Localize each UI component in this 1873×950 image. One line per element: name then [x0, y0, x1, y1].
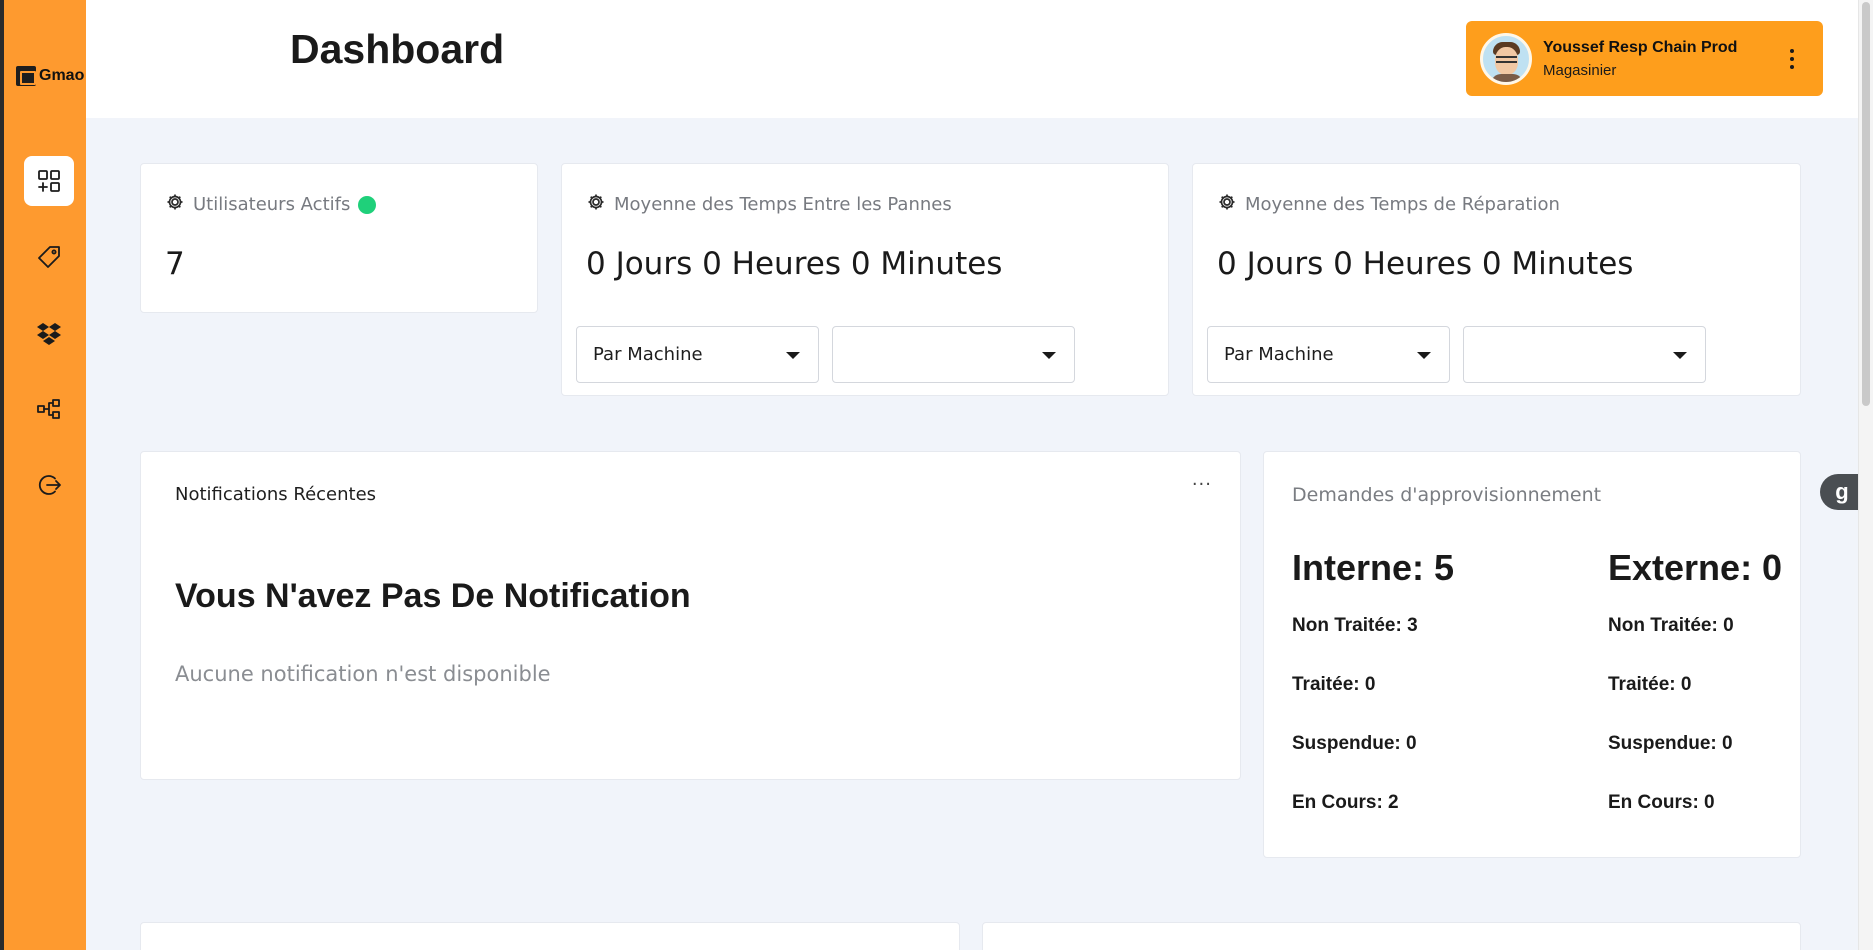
tag-icon — [38, 246, 60, 268]
caret-down-icon — [1673, 352, 1687, 359]
caret-down-icon — [786, 352, 800, 359]
mttr-machine-select[interactable] — [1463, 326, 1706, 383]
active-users-card: Utilisateurs Actifs 7 — [140, 163, 538, 313]
header: Dashboard Youssef Resp Chain Prod Magasi… — [86, 0, 1858, 118]
online-status-dot — [358, 195, 377, 214]
scrollbar[interactable] — [1858, 0, 1873, 950]
bottom-left-card — [140, 922, 960, 950]
avatar — [1480, 32, 1532, 85]
hierarchy-icon — [37, 399, 60, 419]
mttr-card: Moyenne des Temps de Réparation 0 Jours … — [1192, 163, 1801, 396]
external-suspended: Suspendue: 0 — [1608, 733, 1733, 754]
mttr-label: Moyenne des Temps de Réparation — [1245, 194, 1560, 215]
mttr-filter-type-value: Par Machine — [1224, 344, 1334, 365]
gear-icon — [586, 192, 606, 217]
sidebar-item-hierarchy[interactable] — [24, 384, 74, 434]
side-widget-tab[interactable]: g — [1820, 474, 1858, 510]
mtbf-card: Moyenne des Temps Entre les Pannes 0 Jou… — [561, 163, 1169, 396]
more-horizontal-icon[interactable]: ··· — [1192, 474, 1212, 495]
external-treated: Traitée: 0 — [1608, 674, 1692, 695]
mttr-filter-type-select[interactable]: Par Machine — [1207, 326, 1450, 383]
sidebar: Gmao — [0, 0, 86, 950]
sidebar-item-dashboard[interactable] — [24, 156, 74, 206]
logo-icon — [16, 66, 36, 86]
active-users-label: Utilisateurs Actifs — [193, 194, 351, 215]
gear-icon — [165, 192, 185, 217]
mtbf-label: Moyenne des Temps Entre les Pannes — [614, 194, 952, 215]
notifications-empty-text: Aucune notification n'est disponible — [175, 662, 551, 686]
user-role: Magasinier — [1543, 61, 1617, 79]
external-total: Externe: 0 — [1608, 547, 1783, 588]
logo[interactable]: Gmao — [16, 66, 84, 86]
notifications-title: Notifications Récentes — [175, 484, 377, 505]
mtbf-value: 0 Jours 0 Heures 0 Minutes — [586, 246, 1003, 282]
internal-treated: Traitée: 0 — [1292, 674, 1376, 695]
logo-text: Gmao — [39, 67, 85, 84]
user-name: Youssef Resp Chain Prod — [1543, 38, 1738, 56]
mttr-value: 0 Jours 0 Heures 0 Minutes — [1217, 246, 1634, 282]
internal-suspended: Suspendue: 0 — [1292, 733, 1417, 754]
gear-icon — [1217, 192, 1237, 217]
caret-down-icon — [1042, 352, 1056, 359]
active-users-value: 7 — [165, 246, 185, 282]
external-requests: Externe: 0 Non Traitée: 0 Traitée: 0 Sus… — [1608, 547, 1782, 851]
internal-untreated: Non Traitée: 3 — [1292, 615, 1418, 636]
more-vertical-icon[interactable] — [1789, 49, 1795, 69]
external-untreated: Non Traitée: 0 — [1608, 615, 1734, 636]
mtbf-filter-type-value: Par Machine — [593, 344, 703, 365]
sidebar-item-boxes[interactable] — [24, 308, 74, 358]
mtbf-filter-type-select[interactable]: Par Machine — [576, 326, 819, 383]
external-in-progress: En Cours: 0 — [1608, 792, 1715, 813]
sidebar-item-tag[interactable] — [24, 232, 74, 282]
supply-requests-card: Demandes d'approvisionnement Interne: 5 … — [1263, 451, 1801, 858]
internal-in-progress: En Cours: 2 — [1292, 792, 1399, 813]
supply-requests-title: Demandes d'approvisionnement — [1292, 484, 1602, 506]
sidebar-item-logout[interactable] — [24, 460, 74, 510]
internal-total: Interne: 5 — [1292, 547, 1455, 588]
boxes-icon — [37, 323, 61, 345]
notifications-card: Notifications Récentes ··· Vous N'avez P… — [140, 451, 1241, 780]
notifications-empty-title: Vous N'avez Pas De Notification — [175, 577, 691, 615]
user-menu[interactable]: Youssef Resp Chain Prod Magasinier — [1466, 21, 1823, 96]
mtbf-machine-select[interactable] — [832, 326, 1075, 383]
scrollbar-thumb[interactable] — [1862, 2, 1870, 406]
caret-down-icon — [1417, 352, 1431, 359]
page-title: Dashboard — [290, 26, 505, 72]
bottom-right-card — [982, 922, 1801, 950]
logout-icon — [38, 475, 61, 495]
dashboard-grid-icon — [38, 170, 60, 192]
internal-requests: Interne: 5 Non Traitée: 3 Traitée: 0 Sus… — [1292, 547, 1454, 851]
